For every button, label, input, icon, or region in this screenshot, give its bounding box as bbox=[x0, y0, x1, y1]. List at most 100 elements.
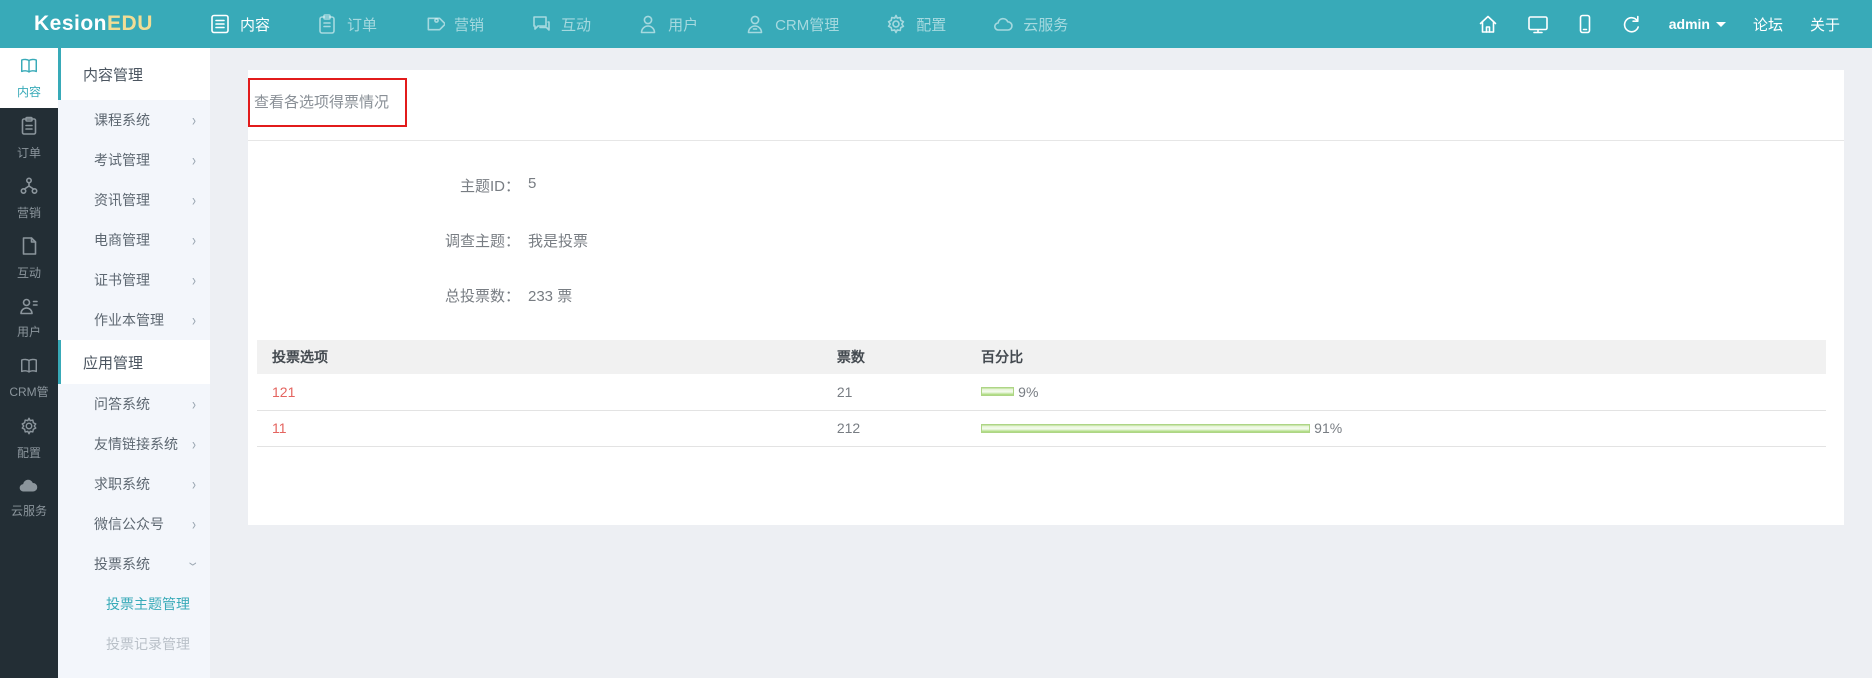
topnav-cloud[interactable]: 云服务 bbox=[969, 0, 1091, 48]
about-link[interactable]: 关于 bbox=[1810, 14, 1840, 35]
mobile-icon[interactable] bbox=[1577, 13, 1593, 35]
sidebar-item-qa-system[interactable]: 问答系统 › bbox=[58, 384, 210, 424]
sidebar-item-course-system[interactable]: 课程系统 › bbox=[58, 100, 210, 140]
logo-suffix: EDU bbox=[107, 12, 153, 35]
chevron-down-icon: › bbox=[184, 562, 204, 566]
rail-label: CRM管 bbox=[9, 384, 49, 399]
sidebar-subitem-vote-record-mgmt[interactable]: 投票记录管理 bbox=[58, 624, 210, 664]
rail-item-settings[interactable]: 配置 bbox=[0, 408, 58, 468]
column-header-votes: 票数 bbox=[821, 340, 967, 374]
sidebar-section-content-mgmt: 内容管理 bbox=[58, 48, 210, 100]
sidebar-item-ecommerce-mgmt[interactable]: 电商管理 › bbox=[58, 220, 210, 260]
sidebar-subitem-vote-topic-mgmt[interactable]: 投票主题管理 bbox=[58, 584, 210, 624]
rail-item-users[interactable]: 用户 bbox=[0, 288, 58, 348]
rail-label: 云服务 bbox=[10, 503, 47, 518]
sidebar-item-workbook-mgmt[interactable]: 作业本管理 › bbox=[58, 300, 210, 340]
doc-lines-icon bbox=[209, 13, 231, 35]
app-logo[interactable]: KesionEDU bbox=[0, 12, 186, 36]
topnav-orders[interactable]: 订单 bbox=[293, 0, 400, 48]
field-topic-id: 主题ID： 5 bbox=[248, 175, 1844, 196]
sidebar-item-certificate-mgmt[interactable]: 证书管理 › bbox=[58, 260, 210, 300]
share-nodes-icon bbox=[19, 176, 39, 200]
cloud-icon bbox=[992, 13, 1014, 35]
refresh-icon[interactable] bbox=[1620, 13, 1642, 35]
content-card: 查看各选项得票情况 主题ID： 5 调查主题： 我是投票 总投票数： 233 票 bbox=[248, 70, 1844, 525]
cloud-icon bbox=[18, 478, 40, 498]
topnav-label: 订单 bbox=[347, 16, 378, 34]
topnav-crm[interactable]: CRM管理 bbox=[721, 0, 862, 48]
topnav-label: 互动 bbox=[561, 16, 592, 34]
chevron-right-icon: › bbox=[192, 270, 196, 290]
username: admin bbox=[1668, 16, 1710, 32]
rail-label: 互动 bbox=[16, 265, 41, 280]
topnav-settings[interactable]: 配置 bbox=[862, 0, 969, 48]
clipboard-icon bbox=[20, 116, 38, 140]
field-value: 5 bbox=[528, 175, 537, 192]
chevron-right-icon: › bbox=[192, 190, 196, 210]
topnav-interaction[interactable]: 互动 bbox=[507, 0, 614, 48]
page-title: 查看各选项得票情况 bbox=[254, 94, 390, 111]
user-icon bbox=[637, 13, 659, 35]
field-value: 我是投票 bbox=[528, 233, 589, 250]
topnav-content[interactable]: 内容 bbox=[186, 0, 293, 48]
chevron-right-icon: › bbox=[192, 150, 196, 170]
topnav-label: 用户 bbox=[668, 16, 699, 34]
rail-item-crm[interactable]: CRM管 bbox=[0, 348, 58, 408]
percent-label: 9% bbox=[1018, 383, 1039, 400]
chevron-right-icon: › bbox=[192, 110, 196, 130]
chevron-right-icon: › bbox=[192, 434, 196, 454]
user-menu[interactable]: admin bbox=[1669, 16, 1726, 32]
field-label: 主题ID： bbox=[459, 178, 520, 195]
chevron-right-icon: › bbox=[192, 310, 196, 330]
vote-results-table: 投票选项 票数 百分比 121 21 9% 11 212 91% bbox=[257, 340, 1826, 447]
main-content: 查看各选项得票情况 主题ID： 5 调查主题： 我是投票 总投票数： 233 票 bbox=[210, 48, 1872, 678]
user-lines-icon bbox=[19, 297, 39, 319]
rail-label: 内容 bbox=[16, 84, 41, 99]
topnav-users[interactable]: 用户 bbox=[614, 0, 721, 48]
rail-item-orders[interactable]: 订单 bbox=[0, 108, 58, 168]
topnav-label: 云服务 bbox=[1023, 16, 1069, 34]
sidebar-item-news-mgmt[interactable]: 资讯管理 › bbox=[58, 180, 210, 220]
sidebar-item-wechat-official[interactable]: 微信公众号 › bbox=[58, 504, 210, 544]
forum-link[interactable]: 论坛 bbox=[1753, 14, 1783, 35]
gear-icon bbox=[885, 13, 907, 35]
chevron-right-icon: › bbox=[192, 514, 196, 534]
table-row: 11 212 91% bbox=[257, 410, 1826, 447]
sidebar-section-app-mgmt: 应用管理 bbox=[58, 340, 210, 384]
rail-label: 营销 bbox=[16, 205, 41, 220]
percent-bar bbox=[981, 387, 1015, 397]
logo-brand: Kesion bbox=[34, 12, 108, 35]
gear-icon bbox=[19, 416, 39, 440]
table-header-row: 投票选项 票数 百分比 bbox=[257, 340, 1826, 374]
user-badge-icon bbox=[744, 13, 766, 35]
chevron-right-icon: › bbox=[192, 394, 196, 414]
sidebar-item-job-system[interactable]: 求职系统 › bbox=[58, 464, 210, 504]
left-rail: 内容 订单 营销 互动 用户 CRM管 配置 云服务 bbox=[0, 48, 58, 678]
topnav-label: 配置 bbox=[916, 16, 947, 34]
rail-item-content[interactable]: 内容 bbox=[0, 48, 58, 108]
chevron-down-icon bbox=[1715, 21, 1726, 27]
field-label: 总投票数： bbox=[444, 288, 520, 305]
topnav-label: 营销 bbox=[454, 16, 485, 34]
field-survey-topic: 调查主题： 我是投票 bbox=[248, 230, 1844, 251]
rail-label: 订单 bbox=[16, 145, 41, 160]
topnav-marketing[interactable]: 营销 bbox=[400, 0, 507, 48]
sidebar-item-exam-mgmt[interactable]: 考试管理 › bbox=[58, 140, 210, 180]
rail-item-marketing[interactable]: 营销 bbox=[0, 168, 58, 228]
rail-label: 配置 bbox=[16, 445, 41, 460]
rail-item-cloud[interactable]: 云服务 bbox=[0, 468, 58, 528]
vote-option-link[interactable]: 121 bbox=[272, 384, 295, 400]
home-icon[interactable] bbox=[1477, 13, 1499, 35]
vote-count: 212 bbox=[821, 410, 967, 447]
sidebar-item-vote-system[interactable]: 投票系统 › bbox=[58, 544, 210, 584]
sidebar: 内容管理 课程系统 › 考试管理 › 资讯管理 › 电商管理 › 证书管理 › 作业本管理… bbox=[58, 48, 210, 678]
topbar-right: admin 论坛 关于 bbox=[1477, 13, 1872, 35]
monitor-icon[interactable] bbox=[1526, 13, 1550, 35]
rail-item-interaction[interactable]: 互动 bbox=[0, 228, 58, 288]
field-label: 调查主题： bbox=[444, 233, 520, 250]
topnav-label: 内容 bbox=[240, 16, 271, 34]
vote-option-link[interactable]: 11 bbox=[272, 420, 287, 436]
sidebar-item-friend-links[interactable]: 友情链接系统 › bbox=[58, 424, 210, 464]
topnav-label: CRM管理 bbox=[775, 16, 840, 34]
top-bar: KesionEDU 内容 订单 营销 互动 用户 CRM管理 配置 云服务 ad… bbox=[0, 0, 1872, 48]
